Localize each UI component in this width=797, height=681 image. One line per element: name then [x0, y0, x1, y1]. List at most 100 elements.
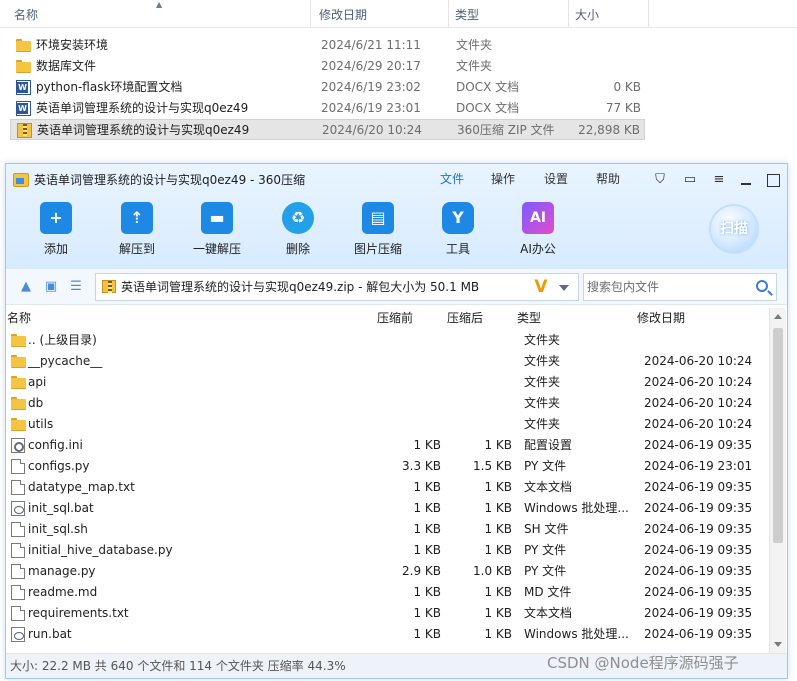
list-item[interactable]: init_sql.sh 1 KB 1 KB SH 文件 2024-06-19 0… [6, 519, 769, 540]
list-item[interactable]: requirements.txt 1 KB 1 KB 文本文档 2024-06-… [6, 603, 769, 624]
file-name: 数据库文件 [36, 59, 97, 73]
list-item[interactable]: api 文件夹 2024-06-20 10:24 [6, 372, 769, 393]
column-type[interactable]: 类型 [449, 0, 569, 28]
list-item[interactable]: config.ini 1 KB 1 KB 配置设置 2024-06-19 09:… [6, 435, 769, 456]
item-type: PY 文件 [524, 459, 567, 473]
item-modified: 2024-06-19 09:35 [644, 606, 753, 620]
item-name: init_sql.bat [28, 501, 94, 515]
column-after[interactable]: 压缩后 [447, 308, 483, 328]
item-after: 1 KB [484, 501, 512, 515]
zip-window: 英语单词管理系统的设计与实现q0ez49 - 360压缩 文件 操作 设置 帮助… [5, 163, 788, 679]
menu-operate[interactable]: 操作 [491, 164, 515, 194]
file-size: 0 KB [613, 80, 641, 94]
vertical-scrollbar[interactable] [769, 308, 786, 653]
file-modified: 2024/6/19 23:01 [321, 101, 421, 115]
item-after: 1 KB [484, 585, 512, 599]
list-item[interactable]: db 文件夹 2024-06-20 10:24 [6, 393, 769, 414]
column-size[interactable]: 大小 [569, 0, 649, 28]
up-arrow-icon[interactable]: ▲ [18, 279, 34, 295]
list-item[interactable]: initial_hive_database.py 1 KB 1 KB PY 文件… [6, 540, 769, 561]
thumbnail-view-icon[interactable]: ▣ [43, 279, 59, 295]
column-before[interactable]: 压缩前 [377, 308, 413, 328]
list-item[interactable]: run.bat 1 KB 1 KB Windows 批处理... 2024-06… [6, 624, 769, 645]
folder-icon [11, 376, 26, 391]
search-icon[interactable] [756, 280, 768, 292]
list-item[interactable]: __pycache__ 文件夹 2024-06-20 10:24 [6, 351, 769, 372]
item-type: 文本文档 [524, 606, 573, 620]
image-zip-icon: ▤ [362, 202, 394, 234]
settings-file-icon [11, 438, 25, 453]
column-name[interactable]: 名称 [7, 308, 31, 328]
explorer-row[interactable]: 环境安装环境 2024/6/21 11:11 文件夹 [10, 35, 645, 56]
add-label: 添加 [43, 242, 68, 256]
address-bar[interactable]: 英语单词管理系统的设计与实现q0ez49.zip - 解包大小为 50.1 MB… [95, 273, 579, 301]
add-button[interactable]: + 添加 [21, 202, 91, 260]
menu-help[interactable]: 帮助 [596, 164, 620, 194]
column-type[interactable]: 类型 [517, 308, 541, 328]
list-item[interactable]: .. (上级目录) 文件夹 [6, 330, 769, 351]
tools-button[interactable]: Y 工具 [423, 202, 493, 260]
minimize-button[interactable] [737, 171, 755, 189]
item-modified: 2024-06-20 10:24 [644, 417, 753, 431]
scroll-up-icon[interactable] [774, 314, 782, 319]
window-title: 英语单词管理系统的设计与实现q0ez49 - 360压缩 [34, 173, 306, 187]
delete-label: 删除 [285, 242, 310, 256]
item-before: 2.9 KB [402, 564, 441, 578]
menu-settings[interactable]: 设置 [544, 164, 568, 194]
file-type: DOCX 文档 [456, 80, 520, 94]
ai-office-button[interactable]: AI AI办公 [503, 202, 573, 260]
file-type: 文件夹 [456, 38, 493, 52]
list-view-icon[interactable]: ☰ [68, 279, 84, 295]
explorer-row[interactable]: python-flask环境配置文档 2024/6/19 23:02 DOCX … [10, 77, 645, 98]
delete-button[interactable]: ♻ 删除 [263, 202, 333, 260]
item-name: config.ini [28, 438, 83, 452]
v-logo-icon[interactable]: V [532, 278, 550, 296]
explorer-row[interactable]: 数据库文件 2024/6/29 20:17 文件夹 [10, 56, 645, 77]
file-size: 22,898 KB [578, 123, 640, 137]
item-modified: 2024-06-19 09:35 [644, 438, 753, 452]
one-click-extract-button[interactable]: ▬ 一键解压 [182, 202, 252, 260]
item-before: 1 KB [413, 438, 441, 452]
scroll-thumb[interactable] [773, 328, 783, 543]
explorer-row-selected[interactable]: 英语单词管理系统的设计与实现q0ez49 2024/6/20 10:24 360… [10, 119, 645, 140]
list-item[interactable]: readme.md 1 KB 1 KB MD 文件 2024-06-19 09:… [6, 582, 769, 603]
list-item[interactable]: init_sql.bat 1 KB 1 KB Windows 批处理... 20… [6, 498, 769, 519]
list-item[interactable]: utils 文件夹 2024-06-20 10:24 [6, 414, 769, 435]
file-modified: 2024/6/29 20:17 [321, 59, 421, 73]
column-modified[interactable]: 修改日期 [313, 0, 449, 28]
tools-hexagon-icon: Y [442, 202, 474, 234]
file-modified: 2024/6/20 10:24 [322, 123, 422, 137]
image-compress-button[interactable]: ▤ 图片压缩 [343, 202, 413, 260]
feedback-icon[interactable]: ▭ [681, 171, 699, 189]
recycle-icon: ♻ [282, 202, 314, 234]
item-name: datatype_map.txt [28, 480, 135, 494]
list-item[interactable]: configs.py 3.3 KB 1.5 KB PY 文件 2024-06-1… [6, 456, 769, 477]
list-item[interactable]: manage.py 2.9 KB 1.0 KB PY 文件 2024-06-19… [6, 561, 769, 582]
add-file-icon: + [40, 202, 72, 234]
item-modified: 2024-06-19 09:35 [644, 585, 753, 599]
search-input[interactable]: 搜索包内文件 [583, 273, 777, 301]
skin-shirt-icon[interactable]: ⛉ [651, 171, 669, 189]
scroll-down-icon[interactable] [774, 642, 782, 647]
dropdown-menu-icon[interactable]: ≡ [710, 171, 728, 189]
file-name: 英语单词管理系统的设计与实现q0ez49 [37, 123, 250, 137]
extract-to-label: 解压到 [118, 242, 155, 256]
extract-to-button[interactable]: ⇡ 解压到 [102, 202, 172, 260]
menu-file[interactable]: 文件 [440, 164, 464, 194]
item-modified: 2024-06-19 09:35 [644, 627, 753, 641]
file-name: 英语单词管理系统的设计与实现q0ez49 [36, 101, 249, 115]
column-modified[interactable]: 修改日期 [637, 308, 685, 328]
batch-file-icon [11, 501, 25, 516]
maximize-button[interactable] [764, 171, 782, 189]
archive-file-list: .. (上级目录) 文件夹 __pycache__ 文件夹 2024-06-20… [6, 330, 769, 650]
scan-button[interactable]: 扫描 [709, 204, 759, 254]
app-zip-icon [13, 173, 29, 187]
ai-icon: AI [522, 202, 554, 234]
item-after: 1 KB [484, 627, 512, 641]
list-item[interactable]: datatype_map.txt 1 KB 1 KB 文本文档 2024-06-… [6, 477, 769, 498]
explorer-row[interactable]: 英语单词管理系统的设计与实现q0ez49 2024/6/19 23:01 DOC… [10, 98, 645, 119]
item-type: PY 文件 [524, 564, 567, 578]
column-name[interactable]: 名称 [8, 0, 311, 28]
chevron-down-icon[interactable] [559, 285, 569, 291]
file-icon [11, 585, 25, 600]
